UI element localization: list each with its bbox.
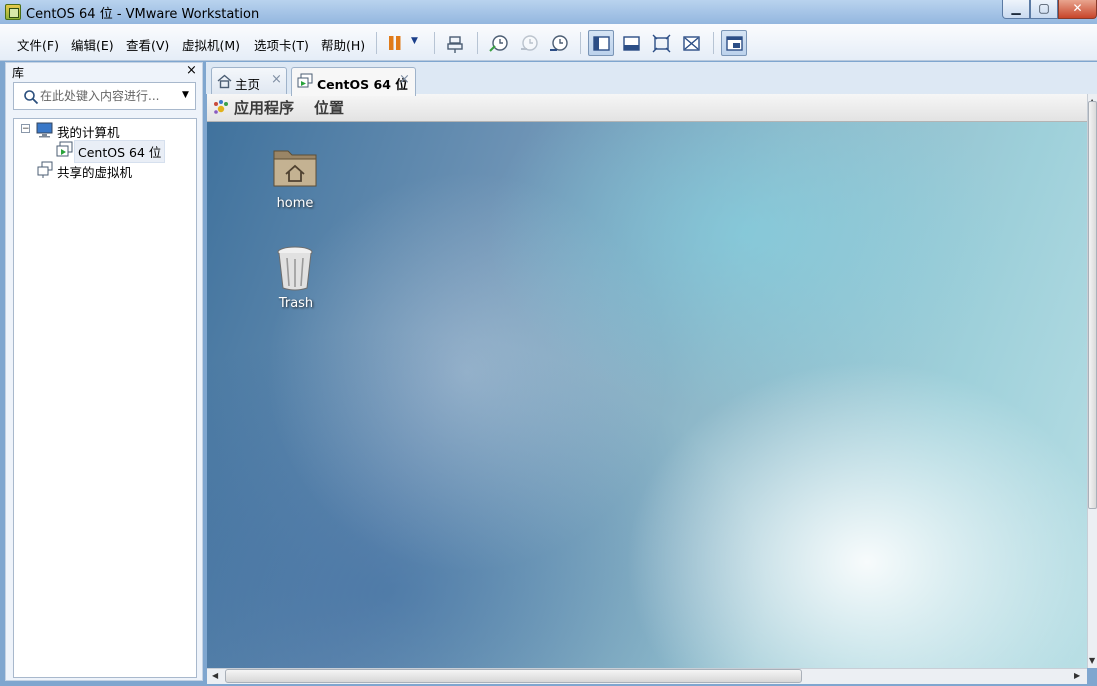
menu-edit[interactable]: 编辑(E) [71,35,114,54]
console-view-icon [726,36,743,51]
toolbar-separator [376,32,377,54]
menu-file[interactable]: 文件(F) [17,35,59,54]
home-icon [217,74,232,89]
vmware-app-icon[interactable] [5,4,21,20]
unity-button[interactable] [678,30,704,56]
toolbar-separator [580,32,581,54]
home-folder-icon[interactable] [272,145,318,189]
library-tree [13,118,197,678]
tree-collapse-toggle[interactable]: − [21,124,30,134]
tree-item-shared-vms[interactable]: 共享的虚拟机 [57,162,132,181]
full-screen-button[interactable] [648,30,674,56]
maximize-button[interactable]: ▢ [1030,0,1058,19]
tab-centos-vm[interactable]: CentOS 64 位 × [291,67,416,96]
send-ctrl-alt-del-button[interactable] [442,30,468,56]
tab-home[interactable]: 主页 × [211,67,287,95]
toolbar-separator [713,32,714,54]
close-icon: ✕ [1072,1,1083,15]
search-dropdown-chevron-icon[interactable]: ▼ [182,90,189,100]
snapshot-clock-icon [489,35,508,52]
unity-icon [683,36,700,51]
search-icon [24,90,39,105]
toolbar-separator [477,32,478,54]
horizontal-scroll-thumb[interactable] [225,669,802,683]
gnome-applications-menu[interactable]: 应用程序 [234,97,294,118]
full-screen-icon [652,34,671,53]
gnome-foot-icon [214,100,228,114]
library-close-button[interactable]: × [186,63,197,78]
toolbar-separator [434,32,435,54]
trash-desktop-label[interactable]: Trash [251,296,341,311]
gnome-places-menu[interactable]: 位置 [314,97,344,118]
my-computer-icon [36,122,53,138]
quick-switch-button[interactable] [618,30,644,56]
snapshot-take-button[interactable] [485,30,511,56]
tab-centos-close-button[interactable]: × [399,72,410,87]
library-search-box[interactable]: ▼ [13,82,196,110]
close-window-button[interactable]: ✕ [1058,0,1097,19]
snapshot-revert-button[interactable] [515,30,541,56]
vertical-scroll-thumb[interactable] [1088,101,1097,509]
network-send-keys-icon [447,36,463,53]
menu-view[interactable]: 查看(V) [126,35,169,54]
trash-icon[interactable] [275,244,315,292]
minimize-icon: ▁ [1011,1,1021,15]
pause-button[interactable] [382,30,408,56]
snapshot-manager-icon [550,35,568,51]
menu-tabs[interactable]: 选项卡(T) [254,35,309,54]
pause-icon [389,36,401,50]
show-library-button[interactable] [588,30,614,56]
tree-item-my-computer[interactable]: 我的计算机 [57,122,120,141]
vm-tab-icon [297,73,313,88]
tree-item-centos-vm[interactable]: CentOS 64 位 [74,140,166,163]
vm-running-icon [56,141,73,157]
scroll-right-arrow-icon[interactable]: ▶ [1074,671,1080,680]
tab-home-label: 主页 [235,77,261,92]
library-title: 库 [12,66,25,80]
console-view-button[interactable] [721,30,747,56]
thumbnail-bar-icon [623,36,640,51]
shared-vms-icon [37,161,53,178]
library-view-icon [593,36,610,51]
power-dropdown-chevron-icon[interactable]: ▼ [411,36,418,46]
tab-home-close-button[interactable]: × [271,72,282,87]
window-title: CentOS 64 位 - VMware Workstation [26,7,260,22]
menu-help[interactable]: 帮助(H) [321,35,365,54]
menu-vm[interactable]: 虚拟机(M) [182,35,240,54]
home-desktop-label[interactable]: home [250,196,340,211]
snapshot-manager-button[interactable] [545,30,571,56]
scroll-down-arrow-icon[interactable]: ▼ [1089,656,1095,665]
tab-centos-label: CentOS 64 位 [317,77,408,92]
maximize-icon: ▢ [1038,1,1050,15]
library-search-input[interactable] [40,88,170,104]
scroll-left-arrow-icon[interactable]: ◀ [212,671,218,680]
snapshot-revert-icon [521,35,538,51]
minimize-button[interactable]: ▁ [1002,0,1030,19]
